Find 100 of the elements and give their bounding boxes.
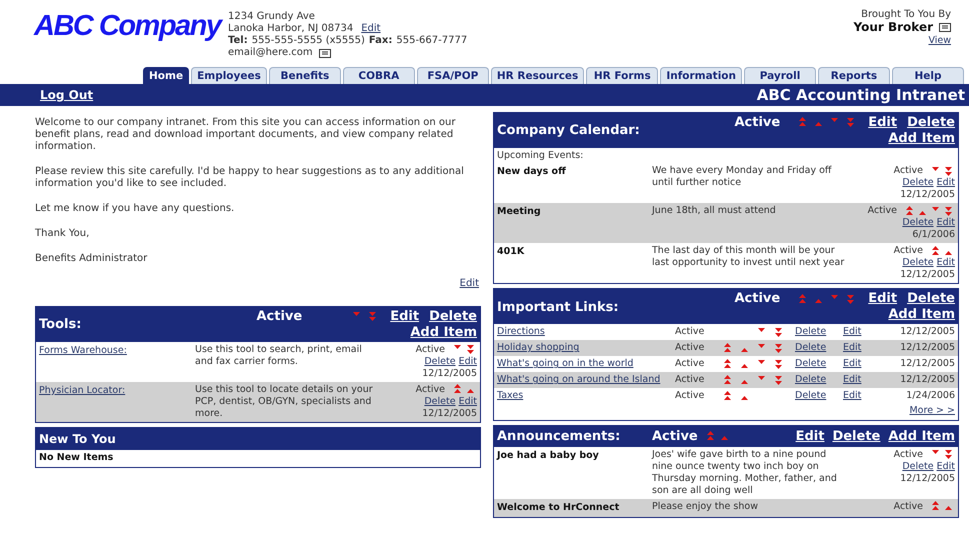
- calendar-subtitle: Upcoming Events:: [496, 149, 584, 163]
- fax-number: 555-667-7777: [396, 35, 468, 47]
- delete-link[interactable]: Delete: [902, 461, 934, 472]
- envelope-icon[interactable]: [939, 23, 951, 32]
- nav-tab[interactable]: Information: [660, 67, 742, 84]
- double-down-arrow-icon[interactable]: [944, 166, 953, 176]
- link-item[interactable]: Directions: [497, 326, 675, 338]
- tool-description: Use this tool to search, print, email and fax carrier forms.: [195, 344, 363, 369]
- double-up-arrow-icon[interactable]: [453, 384, 462, 394]
- status-label: Active: [868, 205, 897, 216]
- nav-tab[interactable]: FSA/POP: [416, 67, 489, 84]
- event-description: The last day of this month will be your last opportunity to invest until next year: [652, 245, 846, 270]
- link-item[interactable]: What's going on around the Island: [497, 374, 675, 386]
- header-link[interactable]: Delete: [907, 115, 955, 131]
- header-link[interactable]: Add Item: [888, 426, 955, 446]
- delete-link[interactable]: Delete: [424, 396, 456, 407]
- header-link[interactable]: Delete: [429, 309, 477, 325]
- nav-tab[interactable]: Help: [892, 67, 964, 84]
- delete-link[interactable]: Delete: [795, 358, 843, 370]
- edit-link[interactable]: Edit: [458, 396, 477, 407]
- delete-link[interactable]: Delete: [795, 342, 843, 354]
- edit-link[interactable]: Edit: [936, 217, 955, 228]
- status-label: Active: [675, 342, 706, 354]
- view-link[interactable]: View: [928, 34, 951, 47]
- double-down-arrow-icon[interactable]: [944, 449, 953, 460]
- double-up-arrow-icon[interactable]: [723, 358, 732, 369]
- logout-link[interactable]: Log Out: [40, 86, 94, 104]
- double-up-arrow-icon[interactable]: [798, 294, 807, 304]
- header-link[interactable]: Edit: [868, 291, 898, 308]
- nav-tab[interactable]: COBRA: [342, 67, 415, 84]
- edit-link[interactable]: Edit: [460, 278, 479, 290]
- date: 12/12/2005: [900, 189, 955, 200]
- header-link[interactable]: Edit: [868, 115, 898, 131]
- event-title: New days off: [497, 165, 567, 180]
- header-link[interactable]: Delete: [832, 426, 880, 446]
- edit-link[interactable]: Edit: [843, 390, 876, 402]
- header-link[interactable]: Add Item: [888, 307, 955, 324]
- nav-tab[interactable]: Payroll: [744, 67, 816, 84]
- nav-tab[interactable]: Benefits: [268, 67, 341, 84]
- nav-tab[interactable]: Employees: [191, 67, 267, 84]
- header-link[interactable]: Edit: [390, 309, 420, 325]
- double-up-arrow-icon[interactable]: [905, 206, 914, 216]
- nav-tab[interactable]: Home: [143, 67, 190, 84]
- tool-link[interactable]: Physician Locator:: [39, 384, 195, 420]
- status-label: Active: [416, 384, 445, 395]
- header-link[interactable]: Edit: [796, 426, 824, 446]
- delete-link[interactable]: Delete: [902, 257, 934, 268]
- link-item[interactable]: Holiday shopping: [497, 342, 675, 354]
- double-up-arrow-icon[interactable]: [706, 430, 716, 441]
- announcement-title: Welcome to HrConnect: [497, 501, 620, 515]
- edit-link[interactable]: Edit: [843, 342, 876, 354]
- status-label: Active: [894, 501, 923, 512]
- delete-link[interactable]: Delete: [795, 390, 843, 402]
- header-link[interactable]: Add Item: [888, 131, 955, 147]
- edit-link[interactable]: Edit: [936, 257, 955, 268]
- delete-link[interactable]: Delete: [795, 326, 843, 338]
- edit-link[interactable]: Edit: [936, 461, 955, 472]
- envelope-icon[interactable]: [318, 48, 331, 58]
- double-down-arrow-icon[interactable]: [774, 374, 783, 385]
- nav-tab[interactable]: HR Resources: [490, 67, 584, 84]
- edit-link[interactable]: Edit: [843, 326, 876, 338]
- no-items-message: No New Items: [38, 451, 114, 466]
- double-down-arrow-icon[interactable]: [846, 294, 855, 304]
- double-down-arrow-icon[interactable]: [774, 342, 783, 353]
- delete-link[interactable]: Delete: [424, 356, 456, 367]
- delete-link[interactable]: Delete: [902, 177, 934, 188]
- edit-link[interactable]: Edit: [843, 358, 876, 370]
- header-link[interactable]: Add Item: [410, 325, 477, 341]
- delete-link[interactable]: Delete: [795, 374, 843, 386]
- edit-link[interactable]: Edit: [936, 177, 955, 188]
- date: 12/12/2005: [900, 269, 955, 280]
- double-up-arrow-icon[interactable]: [723, 390, 732, 401]
- more-link[interactable]: More > >: [909, 404, 955, 418]
- double-down-arrow-icon[interactable]: [466, 344, 475, 354]
- double-up-arrow-icon[interactable]: [798, 117, 807, 128]
- link-item[interactable]: Taxes: [497, 390, 675, 402]
- double-up-arrow-icon[interactable]: [931, 246, 940, 256]
- header-link[interactable]: Delete: [907, 291, 955, 308]
- edit-link[interactable]: Edit: [843, 374, 876, 386]
- double-down-arrow-icon[interactable]: [774, 326, 783, 337]
- double-down-arrow-icon[interactable]: [846, 117, 855, 128]
- double-up-arrow-icon[interactable]: [723, 374, 732, 385]
- double-down-arrow-icon[interactable]: [368, 311, 377, 322]
- nav-tab[interactable]: HR Forms: [586, 67, 658, 84]
- event-description: We have every Monday and Friday off until further notice: [652, 165, 833, 190]
- status-label: Active: [416, 344, 445, 355]
- welcome-paragraph: Benefits Administrator: [35, 253, 148, 265]
- double-up-arrow-icon[interactable]: [931, 501, 940, 512]
- double-down-arrow-icon[interactable]: [944, 206, 953, 216]
- tool-link[interactable]: Forms Warehouse:: [39, 344, 195, 380]
- edit-link[interactable]: Edit: [361, 23, 381, 35]
- address-line: 1234 Grundy Ave: [228, 11, 315, 23]
- date: 12/12/2005: [899, 358, 955, 370]
- double-up-arrow-icon[interactable]: [723, 342, 732, 353]
- double-down-arrow-icon[interactable]: [774, 358, 783, 369]
- nav-tab[interactable]: Reports: [818, 67, 890, 84]
- phone-number: 555-555-5555 (x5555): [252, 35, 365, 47]
- delete-link[interactable]: Delete: [902, 217, 934, 228]
- link-item[interactable]: What's going on in the world: [497, 358, 675, 370]
- edit-link[interactable]: Edit: [458, 356, 477, 367]
